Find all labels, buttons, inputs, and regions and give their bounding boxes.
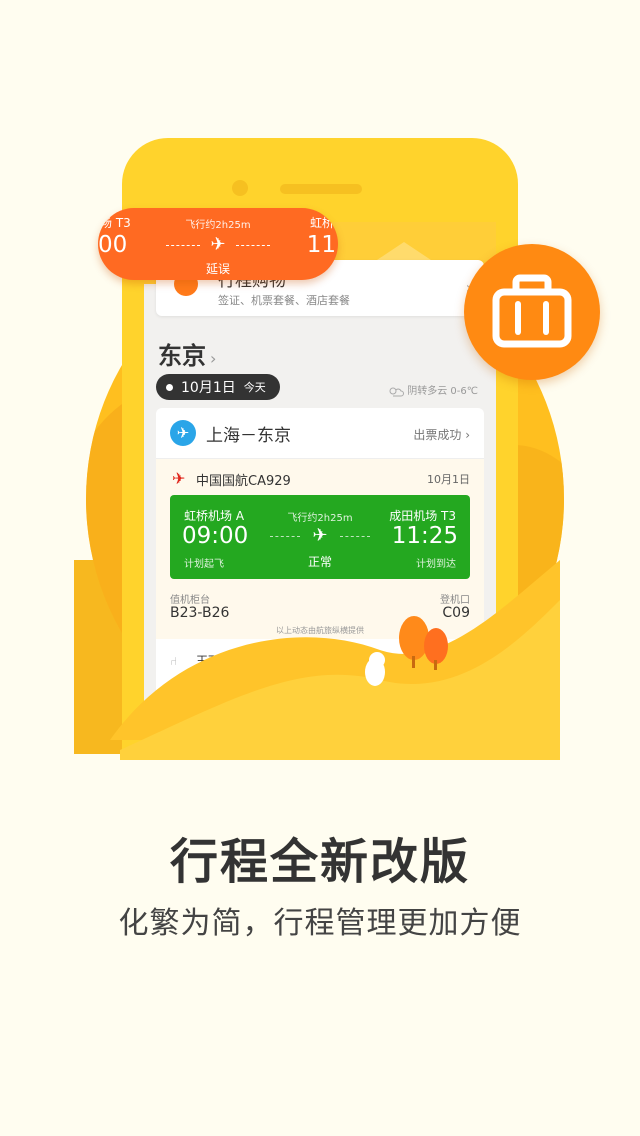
suitcase-icon <box>492 274 572 348</box>
delayed-arr-airport: 虹桥 <box>309 216 334 230</box>
illustration: 行程购物 签证、机票套餐、酒店套餐 › 东京› 10月1日 今天 阴转多云 0-… <box>0 0 640 760</box>
plane-icon: ✈ <box>210 234 226 255</box>
foreground-hills <box>110 560 560 760</box>
tree-icon <box>424 628 448 664</box>
delayed-flight-card[interactable]: 场 T3 00 飞行约2h25m ✈ 虹桥 11 延误 <box>98 208 338 280</box>
delayed-duration: 飞行约2h25m <box>185 220 251 231</box>
suitcase-badge <box>464 244 600 380</box>
dashed-line <box>236 245 270 246</box>
headline: 行程全新改版 <box>169 834 470 890</box>
subline: 化繁为简，行程管理更加方便 <box>118 906 522 941</box>
character-head <box>369 652 385 668</box>
tree-trunk <box>434 660 437 670</box>
tree-icon <box>399 616 429 660</box>
delayed-status: 延误 <box>205 262 230 276</box>
tree-trunk <box>412 656 415 668</box>
delayed-arr-time: 11 <box>306 232 336 258</box>
